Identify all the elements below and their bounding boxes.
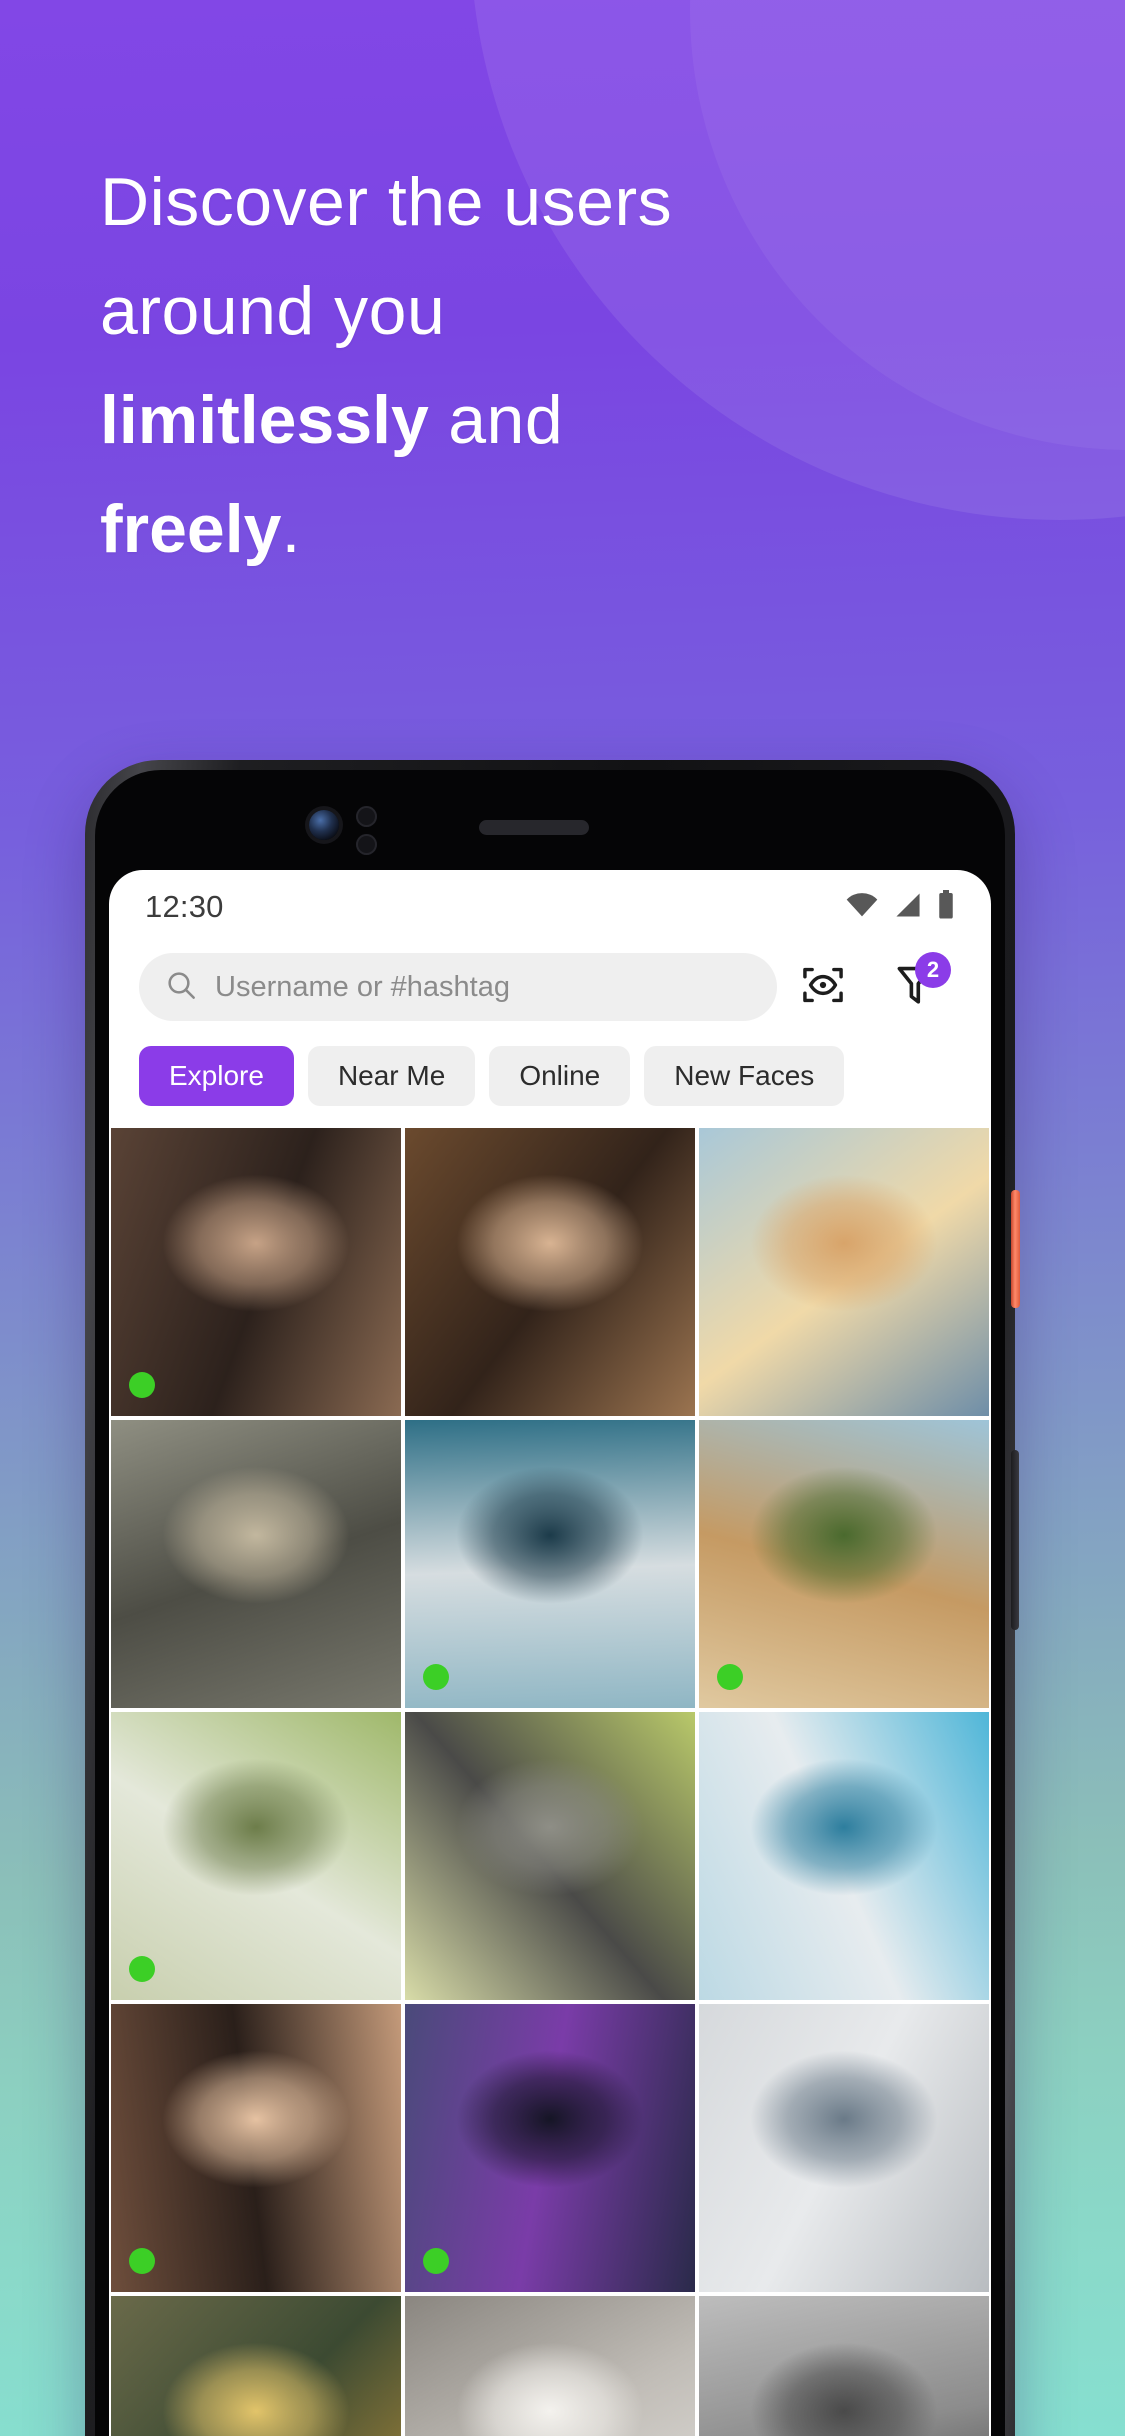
profile-photo	[111, 2296, 401, 2436]
earpiece-speaker	[479, 820, 589, 835]
cellular-signal-icon	[893, 892, 923, 923]
tab-new-faces[interactable]: New Faces	[644, 1046, 845, 1106]
search-input[interactable]: Username or #hashtag	[139, 953, 777, 1021]
status-bar-icons	[845, 889, 955, 925]
profile-photo	[699, 1420, 989, 1708]
profile-photo	[111, 2004, 401, 2292]
status-bar: 12:30	[109, 870, 991, 944]
online-status-dot	[129, 1372, 155, 1398]
headline-and: and	[428, 382, 564, 458]
phone-screen-frame: 12:30 Username or #hashtag 2 Explore Nea…	[95, 770, 1005, 2436]
profile-photo-cell[interactable]	[111, 1712, 401, 2000]
promo-headline: Discover the users around you limitlessl…	[100, 148, 980, 584]
profile-photo-cell[interactable]	[699, 2296, 989, 2436]
volume-rocker-button[interactable]	[1011, 1450, 1019, 1630]
filter-count-badge: 2	[915, 952, 951, 988]
profile-photo	[405, 1128, 695, 1416]
profile-photo	[405, 1420, 695, 1708]
phone-mockup: 12:30 Username or #hashtag 2 Explore Nea…	[85, 760, 1020, 2436]
search-placeholder: Username or #hashtag	[215, 970, 510, 1003]
status-bar-time: 12:30	[145, 889, 224, 924]
filter-button[interactable]: 2	[869, 952, 961, 1021]
profile-photo-cell[interactable]	[405, 2296, 695, 2436]
headline-bold-limitlessly: limitlessly	[100, 382, 429, 458]
online-status-dot	[423, 2248, 449, 2274]
headline-bold-freely: freely	[100, 491, 282, 567]
profile-photo	[699, 2296, 989, 2436]
headline-line-1: Discover the users	[100, 164, 673, 240]
profile-photo-cell[interactable]	[111, 2296, 401, 2436]
online-status-dot	[423, 1664, 449, 1690]
tab-explore[interactable]: Explore	[139, 1046, 294, 1106]
profile-photo	[699, 1712, 989, 2000]
wifi-icon	[845, 892, 879, 923]
profile-photo-cell[interactable]	[405, 1712, 695, 2000]
profile-photo-cell[interactable]	[405, 2004, 695, 2292]
battery-icon	[937, 889, 955, 925]
eye-scan-icon	[800, 962, 846, 1013]
profile-photo	[699, 2004, 989, 2292]
eye-scan-button[interactable]	[777, 953, 869, 1021]
profile-photo-cell[interactable]	[699, 1420, 989, 1708]
tab-online[interactable]: Online	[489, 1046, 631, 1106]
headline-period: .	[281, 491, 301, 567]
profile-photo	[699, 1128, 989, 1416]
profile-photo-cell[interactable]	[405, 1420, 695, 1708]
profile-photo-cell[interactable]	[111, 1128, 401, 1416]
profile-photo-cell[interactable]	[111, 1420, 401, 1708]
profile-photo	[111, 1712, 401, 2000]
profile-photo	[405, 2004, 695, 2292]
profile-photo-cell[interactable]	[111, 2004, 401, 2292]
profile-photo-cell[interactable]	[699, 1128, 989, 1416]
online-status-dot	[129, 1956, 155, 1982]
phone-top-bezel	[109, 770, 991, 870]
power-button[interactable]	[1011, 1190, 1020, 1308]
online-status-dot	[717, 1664, 743, 1690]
app-screen: 12:30 Username or #hashtag 2 Explore Nea…	[109, 870, 991, 2436]
profile-photo-cell[interactable]	[699, 1712, 989, 2000]
search-row: Username or #hashtag 2	[109, 944, 991, 1030]
category-tabs: Explore Near Me Online New Faces	[109, 1030, 991, 1128]
front-camera-icon	[309, 810, 339, 840]
profile-photo-cell[interactable]	[405, 1128, 695, 1416]
tab-near-me[interactable]: Near Me	[307, 1046, 476, 1106]
profile-photo	[405, 2296, 695, 2436]
sensor-cluster	[356, 806, 377, 862]
profile-photo-grid	[109, 1128, 991, 2436]
profile-photo-cell[interactable]	[699, 2004, 989, 2292]
profile-photo	[111, 1128, 401, 1416]
online-status-dot	[129, 2248, 155, 2274]
headline-line-2: around you	[100, 273, 446, 349]
search-icon	[165, 969, 197, 1006]
profile-photo	[111, 1420, 401, 1708]
profile-photo	[405, 1712, 695, 2000]
